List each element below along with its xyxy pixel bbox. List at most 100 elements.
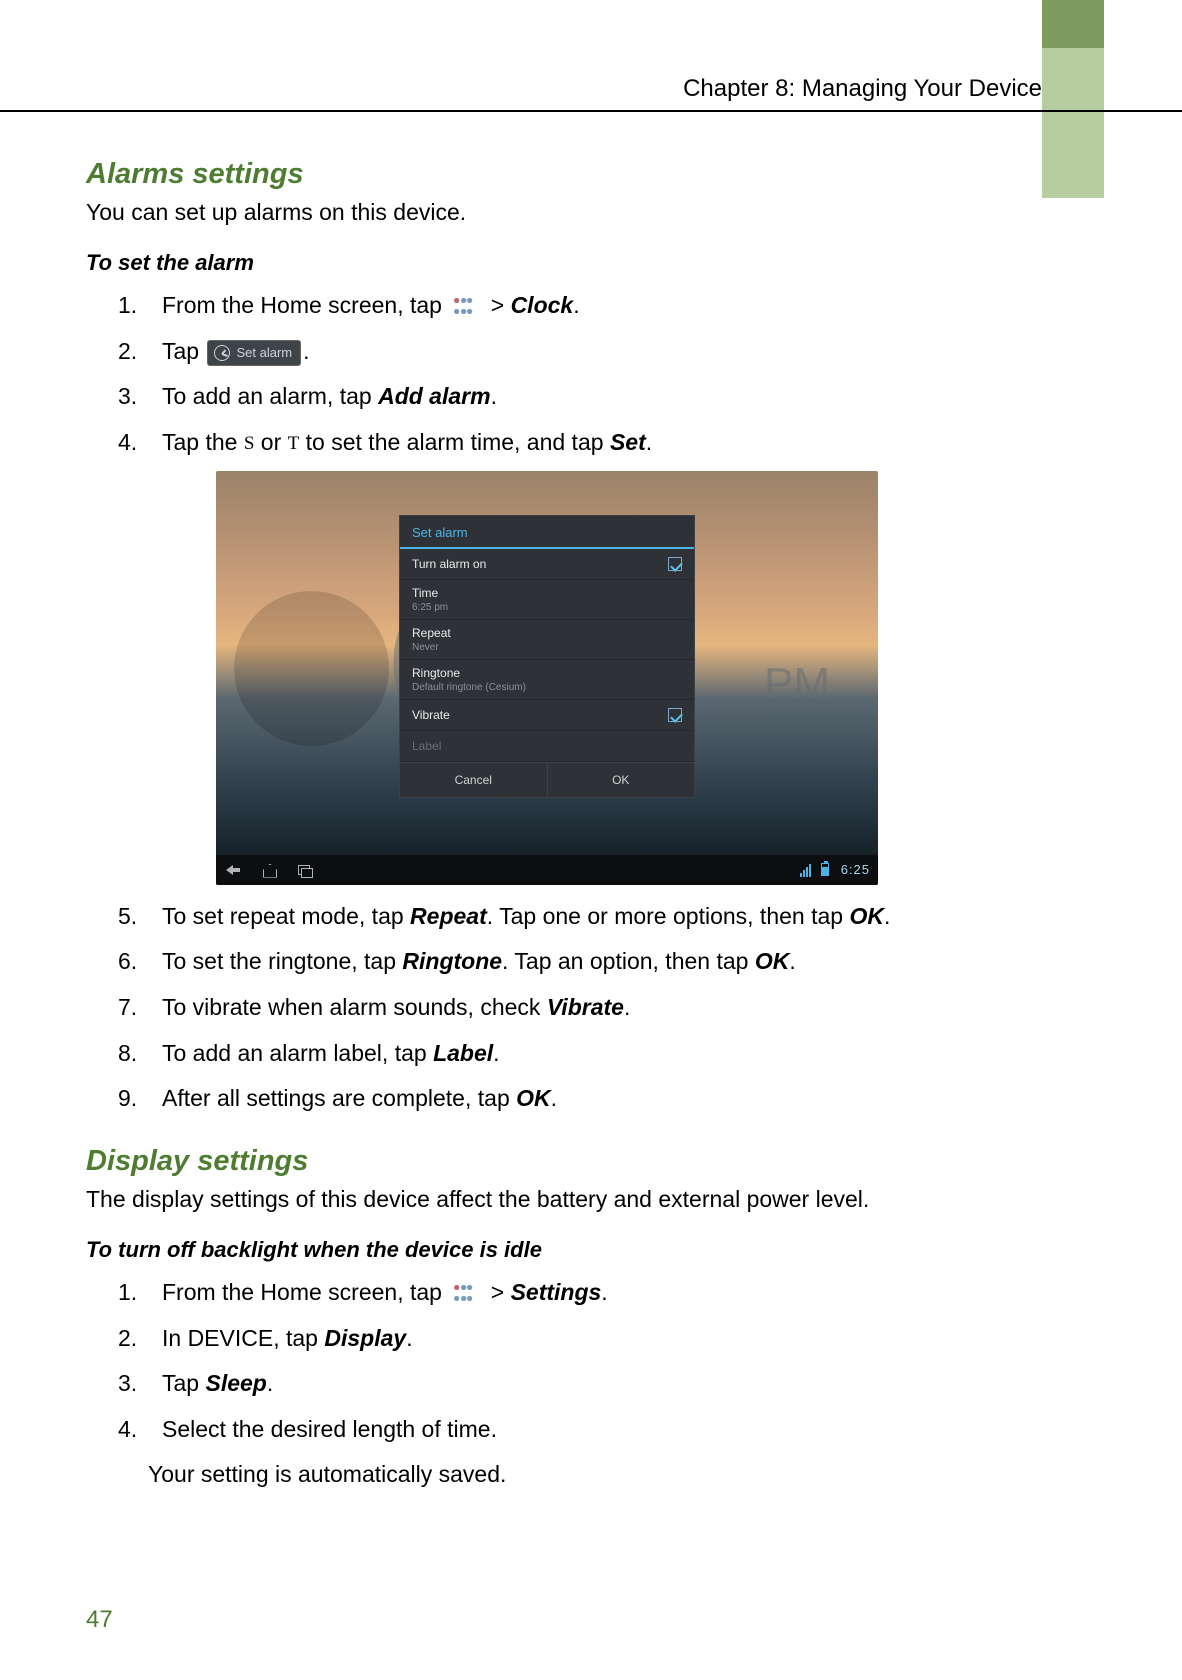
step-num: 1.	[118, 288, 162, 324]
step-bold: OK	[849, 903, 884, 929]
row-repeat[interactable]: Repeat Never	[400, 620, 694, 660]
step-num: 2.	[118, 1321, 162, 1357]
page-number: 47	[86, 1606, 113, 1634]
battery-icon	[821, 863, 829, 876]
row-label: Vibrate	[412, 708, 450, 722]
step-bold: Display	[324, 1325, 406, 1351]
step-bold: Label	[433, 1040, 493, 1066]
step-text: To set the ringtone, tap	[162, 948, 402, 974]
step-bold: Repeat	[410, 903, 487, 929]
dialog-title: Set alarm	[400, 516, 694, 549]
dstep-3: 3. Tap Sleep.	[86, 1366, 1032, 1402]
display-intro: The display settings of this device affe…	[86, 1184, 1032, 1215]
header-rule	[0, 110, 1182, 112]
step-text: Tap	[162, 338, 205, 364]
status-time: 6:25	[841, 862, 870, 877]
step-suf: .	[573, 292, 579, 318]
background-pm: PM	[764, 659, 830, 709]
row-turn-alarm-on[interactable]: Turn alarm on	[400, 549, 694, 580]
step-text: or	[254, 429, 287, 455]
step-3: 3. To add an alarm, tap Add alarm.	[86, 379, 1032, 415]
step-bold: Settings	[511, 1279, 602, 1305]
step-num: 1.	[118, 1275, 162, 1311]
up-symbol: S	[244, 429, 255, 458]
section-title-display: Display settings	[86, 1145, 1032, 1178]
margin-tab-top	[1042, 0, 1104, 48]
checkbox-icon[interactable]	[668, 557, 682, 571]
home-icon[interactable]	[260, 863, 278, 877]
recent-apps-icon[interactable]	[296, 863, 314, 877]
row-time[interactable]: Time 6:25 pm	[400, 580, 694, 620]
cancel-button[interactable]: Cancel	[400, 763, 548, 797]
step-9: 9. After all settings are complete, tap …	[86, 1081, 1032, 1117]
step-bold: Clock	[511, 292, 574, 318]
row-label: Label	[412, 739, 441, 753]
step-bold: Ringtone	[402, 948, 502, 974]
set-alarm-label: Set alarm	[236, 343, 292, 363]
row-sublabel: 6:25 pm	[412, 602, 448, 613]
step-suf: .	[601, 1279, 607, 1305]
step-bold: Sleep	[205, 1370, 266, 1396]
checkbox-icon[interactable]	[668, 708, 682, 722]
step-bold: Vibrate	[547, 994, 624, 1020]
row-ringtone[interactable]: Ringtone Default ringtone (Cesium)	[400, 660, 694, 700]
step-text: To set repeat mode, tap	[162, 903, 410, 929]
step-text: To add an alarm, tap	[162, 383, 378, 409]
apps-grid-icon	[452, 1282, 480, 1304]
step-num: 3.	[118, 1366, 162, 1402]
back-icon[interactable]	[224, 863, 242, 877]
step-text: To add an alarm label, tap	[162, 1040, 433, 1066]
ok-button[interactable]: OK	[548, 763, 695, 797]
down-symbol: T	[288, 429, 300, 458]
dstep-1: 1. From the Home screen, tap > Settings.	[86, 1275, 1032, 1311]
step-bold: OK	[516, 1085, 551, 1111]
section-title-alarms: Alarms settings	[86, 158, 1032, 191]
step-suf: .	[267, 1370, 273, 1396]
step-num: 6.	[118, 944, 162, 980]
step-num: 5.	[118, 899, 162, 935]
step-num: 4.	[118, 425, 162, 461]
step-bold: OK	[755, 948, 790, 974]
set-alarm-dialog: Set alarm Turn alarm on Time 6:25 pm Rep…	[399, 515, 695, 798]
step-text: From the Home screen, tap	[162, 292, 448, 318]
step-suf: .	[493, 1040, 499, 1066]
step-text: Select the desired length of time.	[162, 1416, 497, 1442]
step-text: >	[491, 1279, 511, 1305]
chapter-header: Chapter 8: Managing Your Device	[85, 75, 1042, 111]
step-5: 5. To set repeat mode, tap Repeat. Tap o…	[86, 899, 1032, 935]
step-text: From the Home screen, tap	[162, 1279, 448, 1305]
set-alarm-button-image: Set alarm	[207, 340, 301, 366]
clock-icon	[214, 345, 230, 361]
step-suf: .	[789, 948, 795, 974]
step-text: . Tap one or more options, then tap	[487, 903, 850, 929]
step-6: 6. To set the ringtone, tap Ringtone. Ta…	[86, 944, 1032, 980]
step-suf: .	[624, 994, 630, 1020]
step-num: 2.	[118, 334, 162, 370]
step-4: 4. Tap the S or T to set the alarm time,…	[86, 425, 1032, 461]
step-text: to set the alarm time, and tap	[299, 429, 610, 455]
row-label: Time	[412, 586, 438, 600]
step-suf: .	[551, 1085, 557, 1111]
step-text: After all settings are complete, tap	[162, 1085, 516, 1111]
step-text: >	[491, 292, 511, 318]
row-sublabel: Default ringtone (Cesium)	[412, 682, 526, 693]
step-2: 2. Tap Set alarm .	[86, 334, 1032, 370]
step-text: Tap the	[162, 429, 244, 455]
android-screenshot: 6:25 PM Set alarm Turn alarm on Time 6:2…	[216, 471, 878, 885]
margin-tab-side	[1042, 48, 1104, 198]
step-suf: .	[646, 429, 652, 455]
step-7: 7. To vibrate when alarm sounds, check V…	[86, 990, 1032, 1026]
step-text: Tap	[162, 1370, 205, 1396]
row-label-field[interactable]: Label	[400, 731, 694, 762]
step-bold: Add alarm	[378, 383, 490, 409]
subheading-backlight: To turn off backlight when the device is…	[86, 1237, 1032, 1263]
step-text: . Tap an option, then tap	[502, 948, 755, 974]
step-text: In DEVICE, tap	[162, 1325, 324, 1351]
row-vibrate[interactable]: Vibrate	[400, 700, 694, 731]
dstep-2: 2. In DEVICE, tap Display.	[86, 1321, 1032, 1357]
display-steps: 1. From the Home screen, tap > Settings.…	[86, 1275, 1032, 1448]
alarms-intro: You can set up alarms on this device.	[86, 197, 1032, 228]
android-navbar: 6:25	[216, 855, 878, 885]
dstep-4: 4. Select the desired length of time.	[86, 1412, 1032, 1448]
step-text: To vibrate when alarm sounds, check	[162, 994, 547, 1020]
